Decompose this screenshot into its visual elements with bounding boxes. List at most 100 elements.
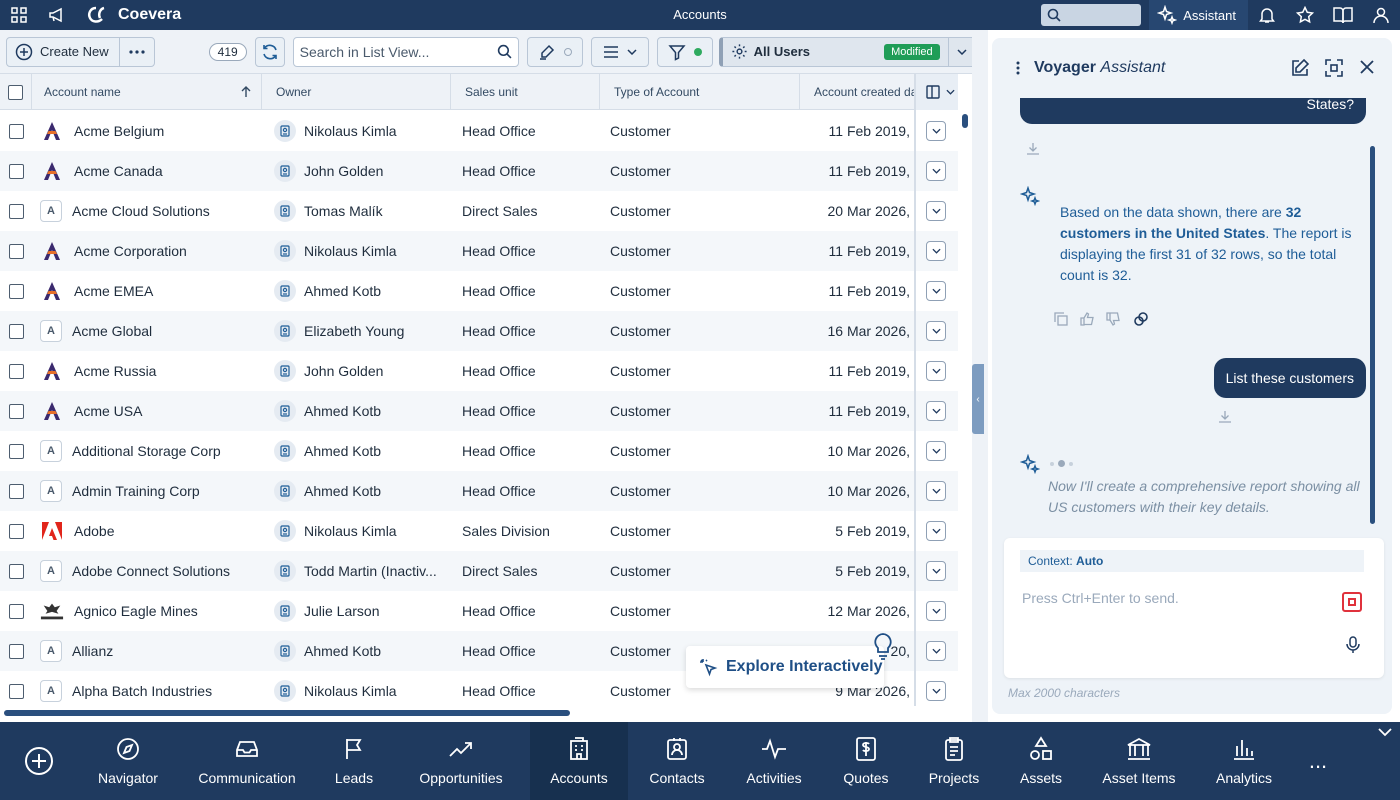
user-icon[interactable]: [1362, 0, 1400, 30]
account-name[interactable]: Additional Storage Corp: [72, 443, 221, 459]
nav-item-quotes[interactable]: Quotes: [822, 722, 910, 800]
link-icon[interactable]: [1132, 310, 1150, 328]
more-vertical-icon[interactable]: [1016, 61, 1020, 75]
nav-item-activities[interactable]: Activities: [726, 722, 822, 800]
table-row[interactable]: A Additional Storage Corp Ahmed Kotb Head…: [0, 431, 958, 471]
brand-logo[interactable]: Coevera: [86, 6, 181, 24]
row-checkbox[interactable]: [8, 683, 24, 699]
row-actions-button[interactable]: [926, 601, 946, 621]
row-checkbox[interactable]: [8, 203, 24, 219]
download-icon[interactable]: [1026, 142, 1040, 156]
quick-add-button[interactable]: [0, 722, 78, 800]
bell-icon[interactable]: [1248, 0, 1286, 30]
row-actions-button[interactable]: [926, 321, 946, 341]
table-row[interactable]: Acme Russia John Golden Head Office Cust…: [0, 351, 958, 391]
row-actions-button[interactable]: [926, 641, 946, 661]
columns-menu-button[interactable]: [590, 36, 649, 67]
thumbs-down-icon[interactable]: [1106, 312, 1120, 326]
conversation-scrollbar[interactable]: [1370, 146, 1375, 524]
account-name[interactable]: Acme Corporation: [74, 243, 187, 259]
account-name[interactable]: Adobe: [74, 523, 114, 539]
account-name[interactable]: Acme Belgium: [74, 123, 164, 139]
apps-grid-icon[interactable]: [0, 0, 38, 30]
table-row[interactable]: A Acme Global Elizabeth Young Head Office…: [0, 311, 958, 351]
row-checkbox[interactable]: [8, 443, 24, 459]
row-checkbox[interactable]: [8, 603, 24, 619]
microphone-icon[interactable]: [1346, 636, 1360, 654]
expand-icon[interactable]: [1324, 58, 1344, 78]
row-checkbox[interactable]: [8, 283, 24, 299]
row-checkbox[interactable]: [8, 403, 24, 419]
row-actions-button[interactable]: [926, 281, 946, 301]
panel-splitter-handle[interactable]: ‹: [972, 364, 984, 434]
select-all-checkbox[interactable]: [8, 84, 23, 100]
thumbs-up-icon[interactable]: [1080, 312, 1094, 326]
account-name[interactable]: Adobe Connect Solutions: [72, 563, 230, 579]
book-icon[interactable]: [1324, 0, 1362, 30]
row-actions-button[interactable]: [926, 441, 946, 461]
vertical-scrollbar[interactable]: [962, 114, 968, 128]
row-actions-button[interactable]: [926, 681, 946, 701]
nav-item-leads[interactable]: Leads: [316, 722, 392, 800]
highlight-button[interactable]: [526, 36, 583, 67]
account-name[interactable]: Allianz: [72, 643, 113, 659]
nav-item-opportunities[interactable]: Opportunities: [392, 722, 530, 800]
row-actions-button[interactable]: [926, 241, 946, 261]
column-header-sales-unit[interactable]: Sales unit: [451, 74, 600, 110]
table-row[interactable]: Acme EMEA Ahmed Kotb Head Office Custome…: [0, 271, 958, 311]
table-row[interactable]: A Admin Training Corp Ahmed Kotb Head Off…: [0, 471, 958, 511]
column-chooser-button[interactable]: [914, 74, 958, 110]
nav-item-contacts[interactable]: Contacts: [628, 722, 726, 800]
account-name[interactable]: Acme USA: [74, 403, 142, 419]
filter-button[interactable]: [656, 36, 713, 67]
row-actions-button[interactable]: [926, 521, 946, 541]
close-icon[interactable]: [1358, 58, 1376, 76]
row-checkbox[interactable]: [8, 123, 24, 139]
row-actions-button[interactable]: [926, 481, 946, 501]
account-name[interactable]: Acme Cloud Solutions: [72, 203, 210, 219]
row-checkbox[interactable]: [8, 163, 24, 179]
horizontal-scrollbar[interactable]: [4, 710, 570, 716]
row-actions-button[interactable]: [926, 561, 946, 581]
row-checkbox[interactable]: [8, 363, 24, 379]
explore-interactively-button[interactable]: Explore Interactively: [686, 646, 884, 688]
table-row[interactable]: Acme Canada John Golden Head Office Cust…: [0, 151, 958, 191]
row-checkbox[interactable]: [8, 523, 24, 539]
list-search-input[interactable]: Search in List View...: [292, 36, 519, 67]
account-name[interactable]: Alpha Batch Industries: [72, 683, 212, 699]
table-row[interactable]: A Adobe Connect Solutions Todd Martin (In…: [0, 551, 958, 591]
table-row[interactable]: Acme Corporation Nikolaus Kimla Head Off…: [0, 231, 958, 271]
refresh-button[interactable]: [254, 36, 285, 67]
download-icon[interactable]: [1218, 410, 1232, 424]
nav-item-navigator[interactable]: Navigator: [78, 722, 178, 800]
column-header-created[interactable]: Account created da: [800, 74, 914, 110]
table-row[interactable]: A Acme Cloud Solutions Tomas Malík Direct…: [0, 191, 958, 231]
row-checkbox[interactable]: [8, 243, 24, 259]
chevron-down-icon[interactable]: [1378, 728, 1392, 737]
account-name[interactable]: Acme EMEA: [74, 283, 153, 299]
global-search[interactable]: [1041, 4, 1142, 26]
assistant-button[interactable]: Assistant: [1149, 0, 1248, 30]
stop-generation-button[interactable]: [1342, 592, 1362, 612]
row-actions-button[interactable]: [926, 201, 946, 221]
table-row[interactable]: Adobe Nikolaus Kimla Sales Division Cust…: [0, 511, 958, 551]
message-input[interactable]: Press Ctrl+Enter to send.: [1022, 590, 1179, 606]
column-header-type[interactable]: Type of Account: [600, 74, 800, 110]
view-selector[interactable]: All Users Modified: [718, 36, 977, 67]
copy-icon[interactable]: [1054, 312, 1068, 326]
megaphone-icon[interactable]: [38, 0, 76, 30]
row-checkbox[interactable]: [8, 563, 24, 579]
table-row[interactable]: Acme Belgium Nikolaus Kimla Head Office …: [0, 111, 958, 151]
row-checkbox[interactable]: [8, 643, 24, 659]
column-header-owner[interactable]: Owner: [262, 74, 451, 110]
more-nav-button[interactable]: ...: [1294, 722, 1342, 800]
row-checkbox[interactable]: [8, 323, 24, 339]
row-actions-button[interactable]: [926, 161, 946, 181]
column-header-account-name[interactable]: Account name: [32, 74, 262, 110]
lightbulb-icon[interactable]: [871, 632, 895, 660]
account-name[interactable]: Admin Training Corp: [72, 483, 200, 499]
row-actions-button[interactable]: [926, 401, 946, 421]
context-indicator[interactable]: Context: Auto: [1020, 550, 1364, 572]
more-actions-button[interactable]: [120, 38, 154, 66]
table-row[interactable]: Agnico Eagle Mines Julie Larson Head Off…: [0, 591, 958, 631]
